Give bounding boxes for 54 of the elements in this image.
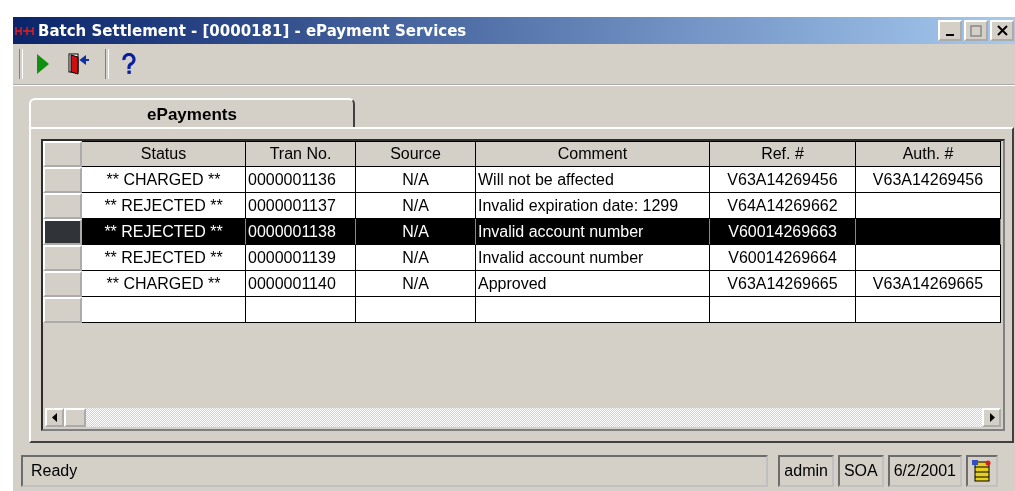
horizontal-scrollbar[interactable] <box>45 408 1001 427</box>
table-cell: Invalid expiration date: 1299 <box>476 193 710 219</box>
table-cell: ** REJECTED ** <box>82 219 246 245</box>
status-message: Ready <box>21 455 769 487</box>
table-cell: Will not be affected <box>476 167 710 193</box>
table-cell: 0000001140 <box>246 271 356 297</box>
table-cell: N/A <box>356 167 476 193</box>
maximize-icon <box>970 24 982 37</box>
tab[interactable]: ePayments <box>29 98 355 127</box>
table-cell: 0000001138 <box>246 219 356 245</box>
table-cell: N/A <box>356 271 476 297</box>
table-cell: N/A <box>356 193 476 219</box>
column-header[interactable]: Comment <box>476 141 710 167</box>
table-cell: V63A14269456 <box>710 167 856 193</box>
close-button[interactable] <box>990 20 1014 41</box>
right-arrow-icon <box>988 413 995 422</box>
status-user: admin <box>778 455 834 487</box>
status-code: SOA <box>837 455 884 487</box>
table-cell: Approved <box>476 271 710 297</box>
app-icon <box>15 25 35 36</box>
column-header[interactable]: Tran No. <box>246 141 356 167</box>
table-cell: V60014269663 <box>710 219 856 245</box>
row-header[interactable] <box>43 219 82 245</box>
table-cell: ** CHARGED ** <box>82 271 246 297</box>
table-cell: Invalid account number <box>476 245 710 271</box>
status-date: 6/2/2001 <box>887 455 962 487</box>
left-arrow-icon <box>51 413 58 422</box>
table-cell: V63A14269665 <box>856 271 1001 297</box>
table-cell: N/A <box>356 245 476 271</box>
minimize-icon <box>946 33 954 36</box>
scroll-left-button[interactable] <box>45 408 64 427</box>
table-cell: 0000001136 <box>246 167 356 193</box>
table-cell: V63A14269456 <box>856 167 1001 193</box>
table-cell: V64A14269662 <box>710 193 856 219</box>
table-cell: 0000001137 <box>246 193 356 219</box>
table-cell: 0000001139 <box>246 245 356 271</box>
column-header[interactable]: Ref. # <box>710 141 856 167</box>
column-header[interactable]: Auth. # <box>856 141 1001 167</box>
scroll-thumb[interactable] <box>64 408 86 427</box>
table-cell: Invalid account number <box>476 219 710 245</box>
question-mark-icon <box>121 53 137 75</box>
close-icon <box>996 25 1008 36</box>
column-header[interactable]: Status <box>82 141 246 167</box>
table-cell: N/A <box>356 219 476 245</box>
column-header[interactable]: Source <box>356 141 476 167</box>
scroll-right-button[interactable] <box>982 408 1001 427</box>
table-cell: V63A14269665 <box>710 271 856 297</box>
table-cell: ** REJECTED ** <box>82 245 246 271</box>
table-cell: ** CHARGED ** <box>82 167 246 193</box>
window-title: Batch Settlement - [0000181] - ePayment Services <box>38 21 467 40</box>
table-cell: V60014269664 <box>710 245 856 271</box>
table-cell: ** REJECTED ** <box>82 193 246 219</box>
play-icon <box>35 53 51 75</box>
minimize-button[interactable] <box>938 20 962 41</box>
